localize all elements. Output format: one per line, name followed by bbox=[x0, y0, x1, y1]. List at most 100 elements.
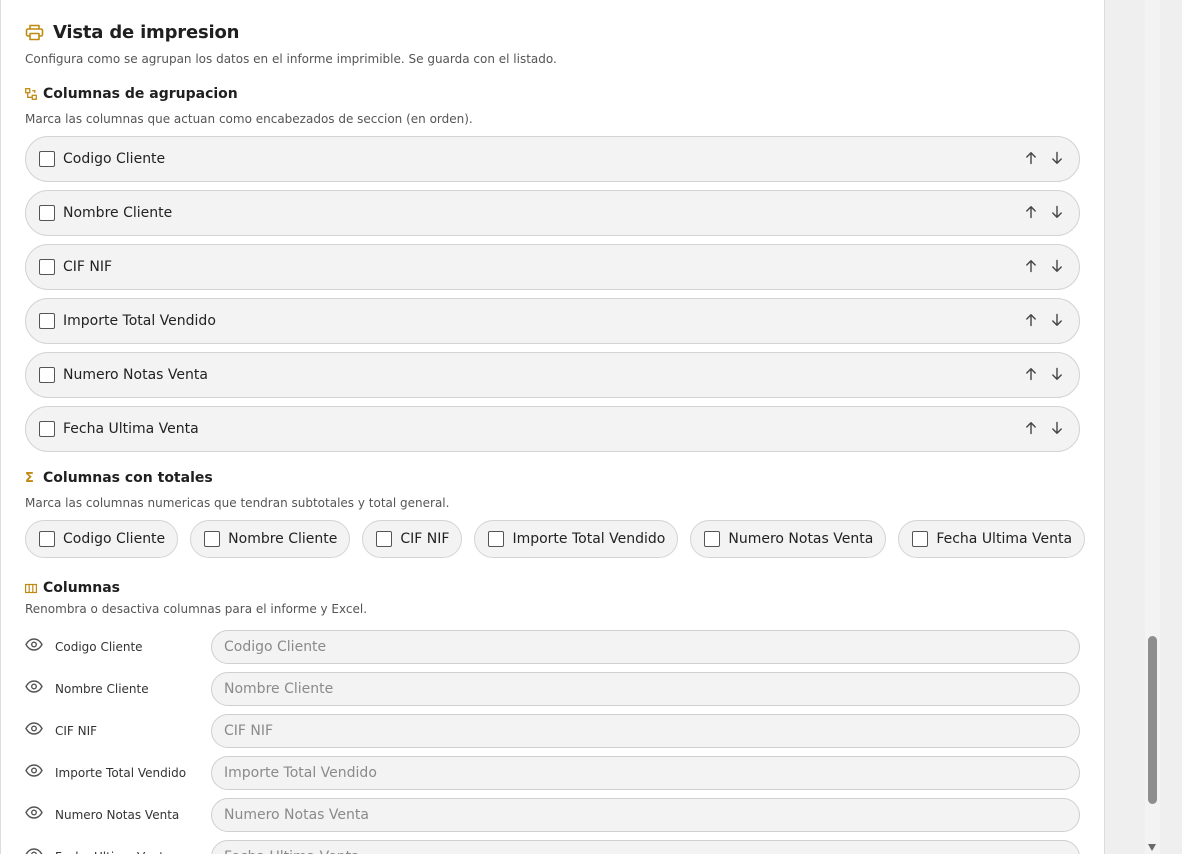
columns-icon bbox=[25, 583, 37, 593]
group-columns-icon bbox=[25, 88, 37, 100]
totals-chip-label: Numero Notas Venta bbox=[728, 531, 874, 547]
printer-icon bbox=[25, 24, 44, 41]
arrow-down-icon[interactable] bbox=[1049, 149, 1065, 167]
totals-chip[interactable]: Nombre Cliente bbox=[190, 520, 351, 558]
eye-icon[interactable] bbox=[25, 846, 43, 854]
grouping-row-reorder bbox=[1023, 149, 1065, 167]
columns-section-description: Renombra o desactiva columnas para el in… bbox=[25, 602, 368, 616]
totals-checkbox[interactable] bbox=[39, 531, 55, 547]
grouping-row-reorder bbox=[1023, 311, 1065, 329]
arrow-up-icon[interactable] bbox=[1023, 365, 1039, 383]
column-rename-input[interactable] bbox=[211, 798, 1080, 832]
print-view-header: Vista de impresion bbox=[25, 22, 239, 43]
grouping-row-reorder bbox=[1023, 365, 1065, 383]
totals-section-description: Marca las columnas numericas que tendran… bbox=[25, 496, 450, 510]
page-description: Configura como se agrupan los datos en e… bbox=[25, 52, 557, 66]
column-label: Nombre Cliente bbox=[55, 682, 149, 696]
arrow-up-icon[interactable] bbox=[1023, 203, 1039, 221]
totals-chip[interactable]: Fecha Ultima Venta bbox=[898, 520, 1086, 558]
arrow-down-icon[interactable] bbox=[1049, 203, 1065, 221]
totals-chip[interactable]: Numero Notas Venta bbox=[690, 520, 887, 558]
column-row: CIF NIF bbox=[25, 714, 1080, 748]
column-row: Numero Notas Venta bbox=[25, 798, 1080, 832]
grouping-row-reorder bbox=[1023, 257, 1065, 275]
column-rename-input[interactable] bbox=[211, 630, 1080, 664]
grouping-row: Importe Total Vendido bbox=[25, 298, 1080, 344]
totals-chip-label: Importe Total Vendido bbox=[512, 531, 666, 547]
column-label: Fecha Ultima Venta bbox=[55, 850, 171, 854]
eye-icon[interactable] bbox=[25, 804, 43, 819]
column-label: CIF NIF bbox=[55, 724, 98, 738]
column-rename-input[interactable] bbox=[211, 840, 1080, 854]
totals-chip[interactable]: Importe Total Vendido bbox=[474, 520, 679, 558]
totals-section-header: Σ Columnas con totales bbox=[25, 470, 213, 486]
column-label: Importe Total Vendido bbox=[55, 766, 187, 780]
totals-checkbox[interactable] bbox=[704, 531, 721, 547]
grouping-row-label: Fecha Ultima Venta bbox=[63, 421, 199, 437]
totals-list: Codigo Cliente Nombre Cliente CIF NIF Impor… bbox=[25, 520, 1086, 558]
grouping-checkbox[interactable] bbox=[39, 259, 55, 275]
page-title: Vista de impresion bbox=[53, 22, 240, 43]
grouping-row: Numero Notas Venta bbox=[25, 352, 1080, 398]
arrow-down-icon[interactable] bbox=[1049, 311, 1065, 329]
grouping-section-header: Columnas de agrupacion bbox=[25, 86, 238, 102]
column-row: Fecha Ultima Venta bbox=[25, 840, 1080, 854]
grouping-checkbox[interactable] bbox=[39, 313, 55, 329]
arrow-up-icon[interactable] bbox=[1023, 149, 1039, 167]
column-row: Codigo Cliente bbox=[25, 630, 1080, 664]
totals-checkbox[interactable] bbox=[204, 531, 221, 547]
eye-icon[interactable] bbox=[25, 720, 43, 735]
totals-checkbox[interactable] bbox=[912, 531, 929, 547]
column-rename-input[interactable] bbox=[211, 714, 1080, 748]
eye-icon[interactable] bbox=[25, 636, 43, 651]
grouping-row-label: Codigo Cliente bbox=[63, 151, 166, 167]
grouping-checkbox[interactable] bbox=[39, 421, 55, 437]
grouping-row-label: Numero Notas Venta bbox=[63, 367, 208, 383]
grouping-checkbox[interactable] bbox=[39, 367, 55, 383]
eye-icon[interactable] bbox=[25, 678, 43, 693]
arrow-down-icon[interactable] bbox=[1049, 257, 1065, 275]
columns-section-header: Columnas bbox=[25, 580, 120, 596]
totals-chip[interactable]: CIF NIF bbox=[362, 520, 463, 558]
columns-section-title: Columnas bbox=[43, 580, 120, 596]
grouping-row-label: Importe Total Vendido bbox=[63, 313, 216, 329]
grouping-checkbox[interactable] bbox=[39, 205, 55, 221]
totals-chip-label: CIF NIF bbox=[400, 531, 450, 547]
scrollbar-thumb[interactable] bbox=[1148, 636, 1157, 804]
scroll-down-arrow[interactable] bbox=[1148, 844, 1156, 851]
grouping-row: Nombre Cliente bbox=[25, 190, 1080, 236]
arrow-down-icon[interactable] bbox=[1049, 419, 1065, 437]
totals-chip-label: Nombre Cliente bbox=[228, 531, 338, 547]
print-view-page: Vista de impresion Configura como se agr… bbox=[0, 0, 1182, 854]
totals-checkbox[interactable] bbox=[376, 531, 393, 547]
grouping-row-label: Nombre Cliente bbox=[63, 205, 173, 221]
eye-icon[interactable] bbox=[25, 762, 43, 777]
totals-chip[interactable]: Codigo Cliente bbox=[25, 520, 179, 558]
vertical-scrollbar[interactable] bbox=[1145, 0, 1160, 854]
arrow-down-icon[interactable] bbox=[1049, 365, 1065, 383]
column-rename-input[interactable] bbox=[211, 672, 1080, 706]
totals-chip-label: Codigo Cliente bbox=[63, 531, 166, 547]
grouping-row: Fecha Ultima Venta bbox=[25, 406, 1080, 452]
grouping-row-label: CIF NIF bbox=[63, 259, 113, 275]
grouping-section-title: Columnas de agrupacion bbox=[43, 86, 238, 102]
arrow-up-icon[interactable] bbox=[1023, 419, 1039, 437]
column-label: Codigo Cliente bbox=[55, 640, 143, 654]
grouping-row: Codigo Cliente bbox=[25, 136, 1080, 182]
grouping-section-description: Marca las columnas que actuan como encab… bbox=[25, 112, 473, 126]
column-row: Nombre Cliente bbox=[25, 672, 1080, 706]
totals-section-title: Columnas con totales bbox=[43, 470, 213, 486]
grouping-checkbox[interactable] bbox=[39, 151, 55, 167]
column-label: Numero Notas Venta bbox=[55, 808, 180, 822]
grouping-row: CIF NIF bbox=[25, 244, 1080, 290]
column-row: Importe Total Vendido bbox=[25, 756, 1080, 790]
sigma-icon: Σ bbox=[25, 470, 34, 486]
column-rename-input[interactable] bbox=[211, 756, 1080, 790]
print-view-content: Vista de impresion Configura como se agr… bbox=[0, 0, 1105, 854]
arrow-up-icon[interactable] bbox=[1023, 311, 1039, 329]
arrow-up-icon[interactable] bbox=[1023, 257, 1039, 275]
totals-chip-label: Fecha Ultima Venta bbox=[936, 531, 1073, 547]
grouping-row-reorder bbox=[1023, 419, 1065, 437]
totals-checkbox[interactable] bbox=[488, 531, 505, 547]
grouping-row-reorder bbox=[1023, 203, 1065, 221]
